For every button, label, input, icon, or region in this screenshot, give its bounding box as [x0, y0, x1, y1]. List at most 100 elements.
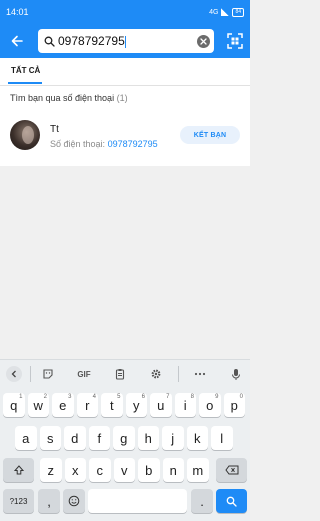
key-v[interactable]: v — [113, 458, 135, 482]
key-c[interactable]: c — [89, 458, 111, 482]
key-number-hint: 7 — [166, 394, 170, 400]
key-label: e — [59, 397, 67, 413]
keyboard-collapse-button[interactable] — [6, 366, 22, 382]
emoji-key[interactable] — [63, 489, 85, 513]
qr-scan-icon — [227, 33, 243, 49]
key-label: j — [171, 430, 175, 446]
keyboard-toolbar: GIF — [0, 360, 250, 388]
key-o[interactable]: o9 — [199, 393, 221, 417]
symbols-key[interactable]: ?123 — [3, 489, 34, 513]
backspace-key[interactable] — [216, 458, 247, 482]
key-x[interactable]: x — [64, 458, 86, 482]
key-label: i — [183, 397, 187, 413]
key-label: l — [220, 430, 224, 446]
key-number-hint: 8 — [190, 394, 194, 400]
text-caret — [124, 35, 126, 48]
clear-search-button[interactable] — [197, 34, 210, 48]
key-z[interactable]: z — [40, 458, 62, 482]
key-i[interactable]: i8 — [174, 393, 196, 417]
key-label: x — [72, 462, 79, 478]
voice-input-button[interactable] — [229, 366, 243, 382]
key-label: y — [133, 397, 140, 413]
key-label: t — [109, 397, 114, 413]
clipboard-button[interactable] — [112, 366, 128, 382]
search-app-bar: 0978792795 — [0, 24, 250, 58]
phone-search-results: Tìm bạn qua số điện thoại (1) Tt Số điện… — [0, 86, 250, 166]
phone-number[interactable]: 0978792795 — [108, 139, 158, 149]
key-h[interactable]: h — [137, 426, 159, 450]
key-t[interactable]: t5 — [101, 393, 123, 417]
key-label: g — [120, 430, 128, 446]
signal-icon — [221, 8, 230, 16]
key-number-hint: 2 — [43, 394, 47, 400]
key-label: z — [47, 462, 55, 478]
key-d[interactable]: d — [64, 426, 86, 450]
chevron-left-icon — [11, 370, 16, 378]
key-label: v — [121, 462, 128, 478]
key-label: m — [192, 462, 204, 478]
key-k[interactable]: k — [186, 426, 208, 450]
backspace-icon — [224, 465, 238, 475]
contact-name[interactable]: Tt — [50, 124, 59, 135]
key-j[interactable]: j — [162, 426, 184, 450]
key-y[interactable]: y6 — [125, 393, 147, 417]
key-w[interactable]: w2 — [27, 393, 49, 417]
key-f[interactable]: f — [88, 426, 110, 450]
key-label: h — [144, 430, 152, 446]
key-label: q — [10, 397, 18, 413]
key-number-hint: 3 — [68, 394, 72, 400]
key-label: c — [96, 462, 104, 478]
key-number-hint: 9 — [215, 394, 219, 400]
key-label: b — [145, 462, 153, 478]
key-l[interactable]: l — [211, 426, 233, 450]
period-key[interactable]: . — [191, 489, 213, 513]
add-friend-button[interactable]: KẾT BẠN — [180, 126, 240, 144]
key-number-hint: 1 — [19, 394, 23, 400]
key-number-hint: 4 — [92, 394, 96, 400]
key-e[interactable]: e3 — [52, 393, 74, 417]
more-icon — [194, 372, 206, 376]
key-q[interactable]: q1 — [3, 393, 25, 417]
key-number-hint: 0 — [239, 394, 243, 400]
qr-scan-button[interactable] — [226, 32, 244, 50]
shift-key[interactable] — [3, 458, 34, 482]
key-m[interactable]: m — [187, 458, 209, 482]
key-a[interactable]: a — [15, 426, 37, 450]
key-label: u — [157, 397, 165, 413]
search-query: 0978792795 — [58, 34, 125, 48]
shift-icon — [13, 465, 24, 475]
key-label: s — [47, 430, 54, 446]
result-count: (1) — [116, 93, 128, 103]
sticker-button[interactable] — [40, 366, 56, 382]
key-label: r — [85, 397, 90, 413]
settings-button[interactable] — [148, 366, 164, 382]
key-s[interactable]: s — [39, 426, 61, 450]
key-p[interactable]: p0 — [223, 393, 245, 417]
key-n[interactable]: n — [162, 458, 184, 482]
result-tabs: TẤT CẢ — [0, 58, 250, 86]
key-g[interactable]: g — [113, 426, 135, 450]
avatar[interactable] — [10, 120, 40, 150]
search-icon — [42, 34, 56, 48]
more-button[interactable] — [192, 366, 208, 382]
avatar-photo — [22, 126, 34, 144]
back-button[interactable] — [0, 24, 34, 58]
emoji-icon — [68, 495, 80, 507]
comma-key[interactable]: , — [38, 489, 60, 513]
key-label: k — [194, 430, 201, 446]
gif-button[interactable]: GIF — [73, 366, 95, 382]
search-key[interactable] — [216, 489, 247, 513]
contact-phone-line: Số điện thoại: 0978792795 — [50, 139, 158, 149]
key-label: w — [33, 397, 43, 413]
key-r[interactable]: r4 — [76, 393, 98, 417]
phone-label: Số điện thoại: — [50, 139, 106, 149]
key-u[interactable]: u7 — [150, 393, 172, 417]
search-field[interactable]: 0978792795 — [38, 29, 214, 53]
status-icons: 4G 84 — [209, 7, 244, 17]
search-input[interactable]: 0978792795 — [56, 34, 197, 48]
space-key[interactable] — [88, 489, 187, 513]
status-bar: 14:01 4G 84 — [0, 0, 250, 24]
key-b[interactable]: b — [138, 458, 160, 482]
key-label: d — [71, 430, 79, 446]
tab-all[interactable]: TẤT CẢ — [11, 66, 40, 75]
